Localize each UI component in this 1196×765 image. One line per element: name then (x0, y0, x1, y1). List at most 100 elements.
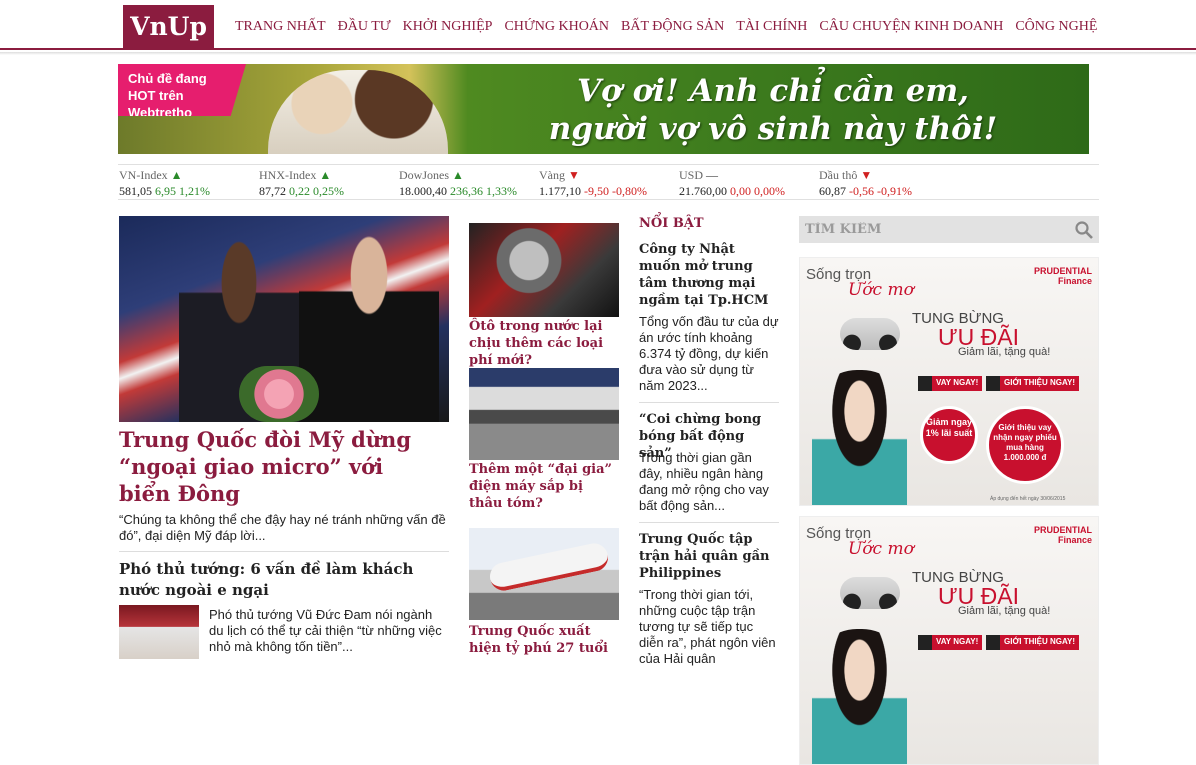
featured-summary: Trong thời gian gần đây, nhiều ngân hàng… (639, 450, 769, 513)
ticker-change: 6,95 (155, 184, 176, 198)
ticker-percent: 1,21% (179, 184, 210, 198)
nav-chung-khoan[interactable]: CHỨNG KHOÁN (498, 19, 615, 35)
ad-terms: Áp dụng đến hết ngày 30/06/2015 (990, 496, 1066, 502)
ticker-dowjones[interactable]: DowJones ▲ 18.000,40 236,36 1,33% (398, 165, 538, 199)
featured-summary: Tổng vốn đầu tư của dự án ước tính khoản… (639, 314, 779, 393)
hot-topic-banner[interactable]: Chủ đề đang HOT trên Webtretho Vợ ơi! An… (118, 64, 1089, 154)
sub-story-thumbnail[interactable] (119, 605, 199, 659)
site-logo[interactable]: VnUp (123, 5, 214, 48)
ticker-value: 581,05 (119, 184, 152, 198)
ad-subline: Giảm lãi, tặng quà! (958, 605, 1051, 617)
article-title[interactable]: Thêm một “đại gia” điện máy sắp bị thâu … (469, 461, 619, 512)
featured-title[interactable]: Trung Quốc tập trận hải quân gần Philipp… (639, 531, 779, 582)
borrow-now-button[interactable]: VAY NGAY! (918, 635, 983, 650)
header-divider (0, 52, 1196, 55)
article-thumbnail-store[interactable] (469, 368, 619, 460)
arrow-up-icon: ▲ (452, 168, 464, 182)
nav-dau-tu[interactable]: ĐẦU TƯ (332, 19, 397, 35)
nav-khoi-nghiep[interactable]: KHỞI NGHIỆP (397, 19, 499, 35)
ad-tagline-script: Ước mơ (848, 280, 914, 300)
banner-slogan: Vợ ơi! Anh chỉ cần em, người vợ vô sinh … (463, 72, 1083, 148)
arrow-down-icon: ▼ (860, 168, 873, 182)
ticker-name: DowJones (399, 168, 449, 182)
ticker-hnx-index[interactable]: HNX-Index ▲ 87,72 0,22 0,25% (258, 165, 398, 199)
arrow-down-icon: ▼ (568, 168, 580, 182)
ticker-value: 60,87 (819, 184, 846, 198)
slogan-line-1: Vợ ơi! Anh chỉ cần em, (577, 73, 969, 109)
section-featured-label: NỔI BẬT (639, 216, 704, 231)
featured-summary: “Trong thời gian tới, những cuộc tập trậ… (639, 587, 776, 666)
person-right (299, 234, 439, 422)
ticker-value: 87,72 (259, 184, 286, 198)
woman-image (812, 370, 907, 505)
sub-story-summary: Phó thủ tướng Vũ Đức Đam nói ngành du lị… (209, 607, 442, 654)
motorbike-image (840, 577, 900, 609)
ticker-change: 0,22 (289, 184, 310, 198)
search-bar (799, 216, 1099, 243)
arrow-up-icon: ▲ (319, 168, 332, 182)
nav-tai-chinh[interactable]: TÀI CHÍNH (730, 19, 813, 35)
search-icon[interactable] (1075, 220, 1093, 239)
divider (119, 551, 449, 552)
featured-title[interactable]: Công ty Nhật muốn mở trung tâm thương mạ… (639, 241, 779, 309)
airplane (487, 540, 611, 594)
main-story-title[interactable]: Trung Quốc đòi Mỹ dừng “ngoại giao micro… (119, 426, 439, 507)
brand-sub: Finance (1057, 535, 1092, 545)
ticker-name: USD (679, 168, 704, 182)
prudential-ad-2[interactable]: Sống trọn Ước mơ PRUDENTIAL Finance TUNG … (799, 516, 1099, 765)
article-title[interactable]: Ôtô trong nước lại chịu thêm các loại ph… (469, 318, 619, 369)
ticker-name: Vàng (539, 168, 565, 182)
ad-tagline-script: Ước mơ (848, 539, 914, 559)
prudential-ad-1[interactable]: Sống trọn Ước mơ PRUDENTIAL Finance TUNG … (799, 257, 1099, 506)
divider (639, 522, 779, 523)
ticker-vang[interactable]: Vàng ▼ 1.177,10 -9,50 -0,80% (538, 165, 678, 199)
borrow-now-button[interactable]: VAY NGAY! (918, 376, 983, 391)
ticker-name: VN-Index (119, 168, 168, 182)
main-nav: TRANG NHẤT ĐẦU TƯ KHỞI NGHIỆP CHỨNG KHOÁ… (229, 19, 1103, 35)
article-title[interactable]: Trung Quốc xuất hiện tỷ phú 27 tuổi (469, 623, 619, 657)
ticker-change: 0,00 (730, 184, 751, 198)
refer-now-button[interactable]: GIỚI THIỆU NGAY! (986, 635, 1079, 650)
voucher-badge: Giới thiệu vay nhận ngay phiếu mua hàng … (986, 406, 1064, 484)
ticker-percent: 0,00% (754, 184, 785, 198)
flowers (239, 366, 319, 422)
ticker-change: -9,50 (584, 184, 609, 198)
arrow-up-icon: ▲ (170, 168, 183, 182)
couple-image (268, 70, 448, 154)
ticker-value: 18.000,40 (399, 184, 447, 198)
nav-bat-dong-san[interactable]: BẤT ĐỘNG SẢN (615, 19, 730, 35)
article-thumbnail-engine[interactable] (469, 223, 619, 317)
ticker-percent: 1,33% (486, 184, 517, 198)
ticker-usd[interactable]: USD — 21.760,00 0,00 0,00% (678, 165, 818, 199)
ticker-percent: -0,80% (612, 184, 647, 198)
slogan-line-2: người vợ vô sinh này thôi! (548, 111, 998, 147)
ticker-name: HNX-Index (259, 168, 317, 182)
nav-trang-nhat[interactable]: TRANG NHẤT (229, 19, 332, 35)
ticker-percent: 0,25% (313, 184, 344, 198)
article-thumbnail-plane[interactable] (469, 528, 619, 620)
search-input[interactable] (805, 222, 1045, 237)
main-story-image[interactable] (119, 216, 449, 422)
ticker-dau-tho[interactable]: Dầu thô ▼ 60,87 -0,56 -0,91% (818, 165, 958, 199)
interest-badge: Giảm ngay 1% lãi suất (920, 406, 978, 464)
ticker-change: -0,56 (849, 184, 874, 198)
nav-cau-chuyen-kinh-doanh[interactable]: CÂU CHUYỆN KINH DOANH (813, 19, 1009, 35)
sub-story-title[interactable]: Phó thủ tướng: 6 vấn đề làm khách nước n… (119, 559, 449, 601)
hot-topic-label: Chủ đề đang HOT trên Webtretho (118, 64, 246, 116)
motorbike-image (840, 318, 900, 350)
nav-cong-nghe[interactable]: CÔNG NGHỆ (1009, 19, 1103, 35)
ticker-value: 21.760,00 (679, 184, 727, 198)
ticker-change: 236,36 (450, 184, 483, 198)
brand-sub: Finance (1057, 276, 1092, 286)
ticker-vn-index[interactable]: VN-Index ▲ 581,05 6,95 1,21% (118, 165, 258, 199)
main-story-summary: “Chúng ta không thể che đậy hay né tránh… (119, 512, 446, 543)
prudential-logo: PRUDENTIAL Finance (1034, 525, 1092, 545)
ad-subline: Giảm lãi, tặng quà! (958, 346, 1051, 358)
woman-image (812, 629, 907, 764)
top-navigation-bar: VnUp TRANG NHẤT ĐẦU TƯ KHỞI NGHIỆP CHỨNG… (0, 0, 1196, 50)
refer-now-button[interactable]: GIỚI THIỆU NGAY! (986, 376, 1079, 391)
ticker-percent: -0,91% (877, 184, 912, 198)
brand-name: PRUDENTIAL (1034, 266, 1092, 276)
prudential-logo: PRUDENTIAL Finance (1034, 266, 1092, 286)
ticker-name: Dầu thô (819, 168, 858, 182)
